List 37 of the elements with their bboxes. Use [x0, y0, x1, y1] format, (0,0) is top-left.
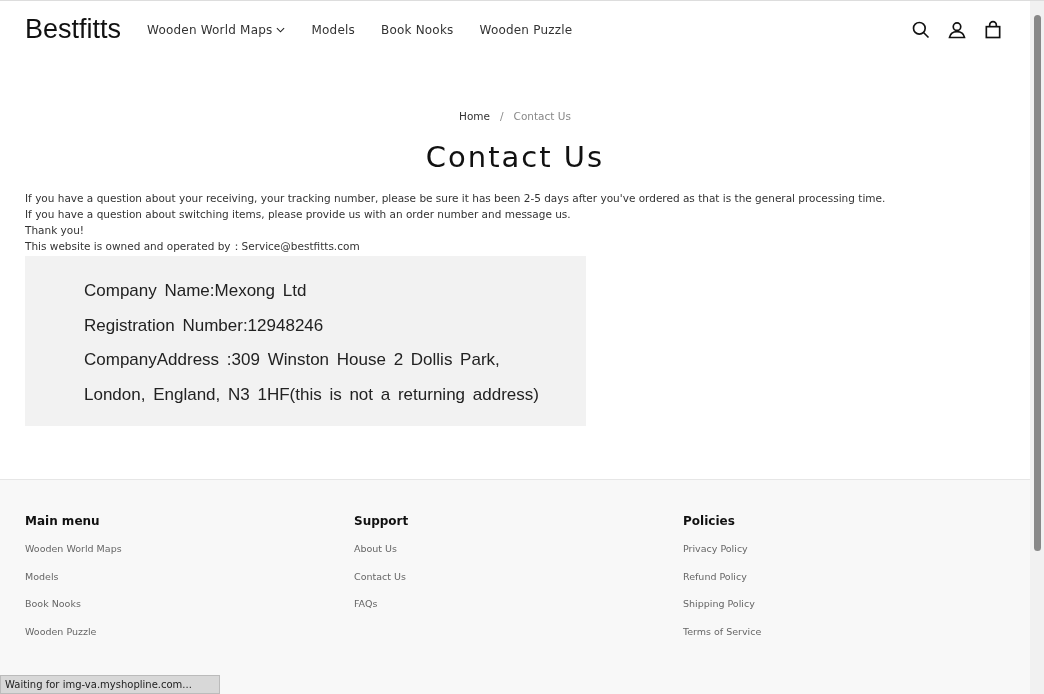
- page-title: Contact Us: [424, 140, 606, 174]
- breadcrumb-link[interactable]: Home: [459, 110, 491, 122]
- chevron-down-icon: [276, 26, 286, 33]
- nav-link[interactable]: Wooden Puzzle: [479, 22, 573, 37]
- shopping-bag-icon[interactable]: [983, 19, 1003, 40]
- nav-link[interactable]: Wooden World Maps: [147, 22, 286, 37]
- footer-link[interactable]: Wooden World Maps: [25, 542, 354, 555]
- footer-link[interactable]: Refund Policy: [683, 569, 1005, 583]
- breadcrumb-current: Contact Us: [513, 110, 571, 122]
- paragraph: If you have a question about your receiving, your tracking number, please be sure it has been 2-5 days after you've ordered as that is the general processing time.: [25, 191, 887, 206]
- footer-link[interactable]: Book Nooks: [25, 597, 354, 610]
- paragraph: This website is owned and operated by：Service@bestfitts.com: [25, 239, 361, 254]
- footer-link[interactable]: About Us: [354, 542, 683, 555]
- status-bar: Waiting for img-va.myshopline.com...: [0, 675, 220, 694]
- footer-link[interactable]: FAQs: [354, 597, 683, 610]
- nav-link[interactable]: Models: [311, 22, 355, 37]
- breadcrumb-separator: /: [500, 110, 504, 122]
- paragraph: Thank you!: [25, 223, 86, 238]
- footer-link[interactable]: Contact Us: [354, 569, 683, 583]
- nav-link[interactable]: Book Nooks: [380, 22, 454, 37]
- footer-link[interactable]: Terms of Service: [683, 624, 1005, 638]
- footer-link[interactable]: Privacy Policy: [683, 542, 1005, 555]
- footer-heading: Policies: [683, 514, 736, 528]
- paragraph: If you have a question about switching items, please provide us with an order number and message us.: [25, 207, 572, 222]
- footer-link[interactable]: Wooden Puzzle: [25, 624, 354, 638]
- footer-link[interactable]: Models: [25, 569, 354, 583]
- search-icon[interactable]: [911, 19, 931, 40]
- scrollbar[interactable]: [1030, 1, 1044, 694]
- company-info-text: Company Name:Mexong Ltd: [84, 280, 308, 302]
- footer-heading: Support: [354, 514, 410, 528]
- scrollbar-thumb[interactable]: [1034, 15, 1041, 551]
- footer-heading: Main menu: [25, 514, 101, 528]
- account-icon[interactable]: [947, 19, 967, 40]
- footer-link[interactable]: Shipping Policy: [683, 597, 1005, 610]
- store-logo[interactable]: Bestfitts: [25, 14, 122, 45]
- company-info-text: CompanyAddress :309 Winston House 2 Dollis Park, London, England, N3 1HF(this is not a returning address): [84, 349, 540, 406]
- company-info-text: Registration Number:12948246: [84, 314, 325, 337]
